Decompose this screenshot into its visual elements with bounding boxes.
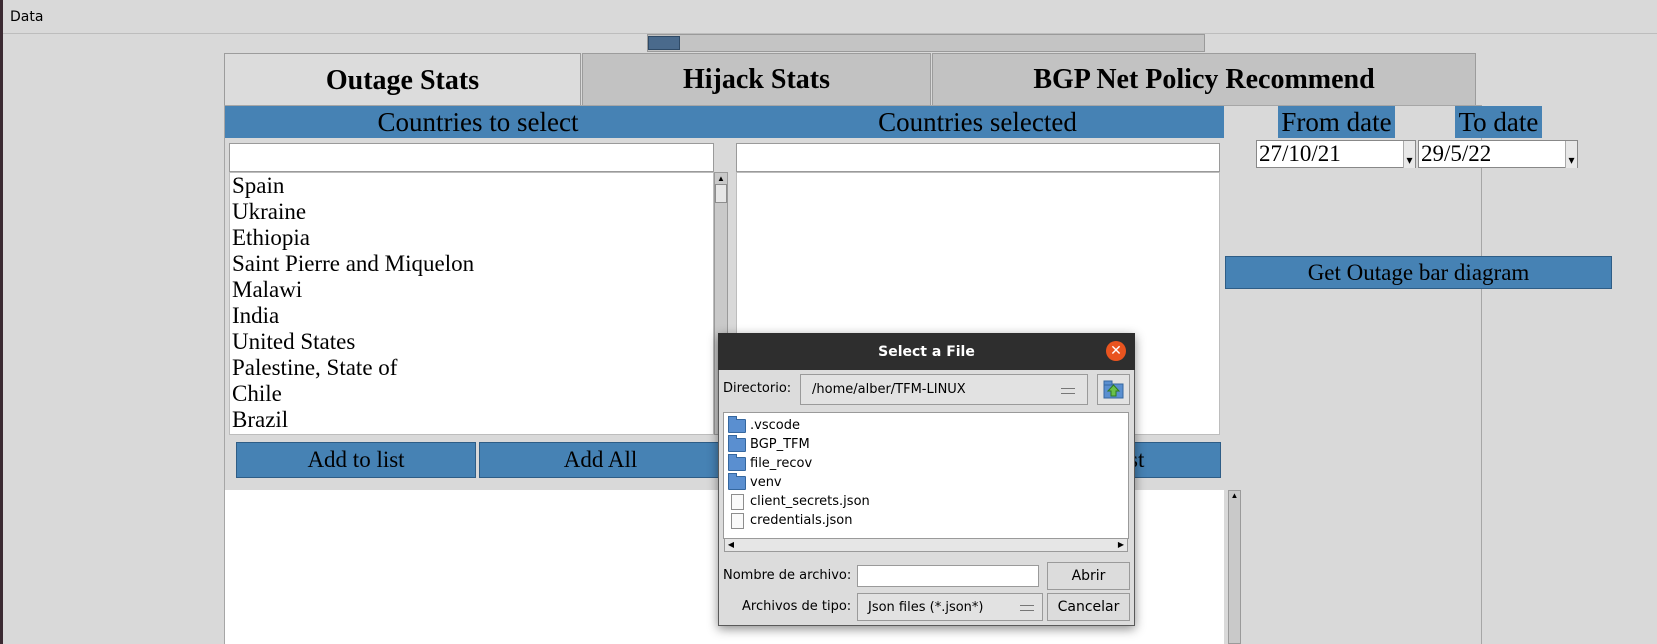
chevron-down-icon[interactable]: ▾ [1403, 141, 1415, 168]
from-date-label: From date [1278, 106, 1395, 138]
folder-icon [728, 453, 746, 471]
list-item[interactable]: file_recov [728, 453, 1128, 473]
parent-directory-button[interactable] [1097, 374, 1130, 405]
menu-bar [0, 0, 1657, 34]
output-scrollbar[interactable] [1228, 490, 1241, 644]
countries-selected-header: Countries selected [878, 106, 1077, 137]
tab-bgp-net-policy[interactable]: BGP Net Policy Recommend [932, 53, 1476, 105]
countries-scrollbar-thumb[interactable] [715, 184, 727, 203]
list-item[interactable]: Ethiopia [232, 225, 713, 251]
chevron-down-icon [1061, 388, 1075, 394]
filename-input[interactable] [857, 565, 1039, 587]
file-icon [731, 512, 744, 529]
file-name: client_secrets.json [750, 494, 870, 509]
list-item[interactable]: Brazil [232, 407, 713, 433]
tab-scrollbar[interactable] [647, 34, 1205, 52]
from-date-combobox[interactable]: 27/10/21 ▾ [1256, 140, 1416, 168]
file-name: file_recov [750, 456, 813, 471]
from-date-value: 27/10/21 [1259, 141, 1341, 166]
file-name: BGP_TFM [750, 437, 810, 452]
file-name: credentials.json [750, 513, 853, 528]
tab-outage-stats[interactable]: Outage Stats [224, 53, 581, 107]
list-item[interactable]: client_secrets.json [728, 492, 1128, 511]
file-icon [731, 493, 744, 510]
file-name: .vscode [750, 418, 800, 433]
folder-icon [728, 415, 746, 433]
scroll-left-arrow-icon[interactable]: ◀ [725, 538, 737, 552]
filetype-label: Archivos de tipo: [742, 599, 852, 614]
selected-search-input[interactable] [736, 143, 1220, 172]
scroll-up-arrow-icon[interactable]: ▲ [1229, 491, 1240, 501]
list-item[interactable]: Ukraine [232, 199, 713, 225]
scroll-right-arrow-icon[interactable]: ▶ [1115, 538, 1127, 552]
directory-value: /home/alber/TFM-LINUX [812, 382, 966, 397]
open-button[interactable]: Abrir [1047, 562, 1130, 590]
file-list-hscrollbar[interactable] [724, 538, 1128, 552]
add-to-list-button[interactable]: Add to list [236, 442, 476, 478]
add-all-button[interactable]: Add All [479, 442, 722, 478]
list-item[interactable]: Malawi [232, 277, 713, 303]
scroll-up-arrow-icon[interactable]: ▲ [716, 174, 726, 183]
to-date-value: 29/5/22 [1421, 141, 1492, 166]
dialog-title: Select a File [718, 333, 1135, 370]
tab-scrollbar-thumb[interactable] [648, 36, 680, 50]
filetype-combobox[interactable]: Json files (*.json*) [857, 593, 1043, 621]
list-item[interactable]: Saint Pierre and Miquelon [232, 251, 713, 277]
chevron-down-icon [1020, 605, 1034, 611]
directory-combobox[interactable]: /home/alber/TFM-LINUX [800, 374, 1088, 405]
chevron-down-icon[interactable]: ▾ [1565, 141, 1577, 168]
to-date-combobox[interactable]: 29/5/22 ▾ [1418, 140, 1578, 168]
cancel-button[interactable]: Cancelar [1047, 593, 1130, 621]
folder-up-icon [1103, 380, 1124, 399]
list-item[interactable]: Chile [232, 381, 713, 407]
list-item[interactable]: credentials.json [728, 511, 1128, 530]
filetype-value: Json files (*.json*) [868, 600, 984, 615]
list-item[interactable]: Spain [232, 173, 713, 199]
file-name: venv [750, 475, 782, 490]
list-item[interactable]: venv [728, 472, 1128, 492]
list-item[interactable]: India [232, 303, 713, 329]
close-icon[interactable]: ✕ [1106, 341, 1126, 361]
tab-hijack-stats[interactable]: Hijack Stats [582, 53, 931, 105]
file-listbox[interactable]: .vscode BGP_TFM file_recov venv client_s… [723, 412, 1129, 539]
directory-label: Directorio: [723, 381, 792, 396]
window-border [0, 0, 3, 644]
filename-label: Nombre de archivo: [723, 568, 852, 583]
list-item[interactable]: United States [232, 329, 713, 355]
countries-to-select-header: Countries to select [377, 106, 579, 137]
countries-search-input[interactable] [229, 143, 714, 172]
countries-listbox[interactable]: Spain Ukraine Ethiopia Saint Pierre and … [229, 172, 714, 435]
list-item[interactable]: BGP_TFM [728, 434, 1128, 454]
menu-data[interactable]: Data [10, 9, 43, 25]
folder-icon [728, 434, 746, 452]
list-item[interactable]: Palestine, State of [232, 355, 713, 381]
folder-icon [728, 472, 746, 490]
list-item[interactable]: .vscode [728, 415, 1128, 435]
to-date-label: To date [1455, 106, 1542, 138]
get-outage-bar-diagram-button[interactable]: Get Outage bar diagram [1225, 256, 1612, 289]
